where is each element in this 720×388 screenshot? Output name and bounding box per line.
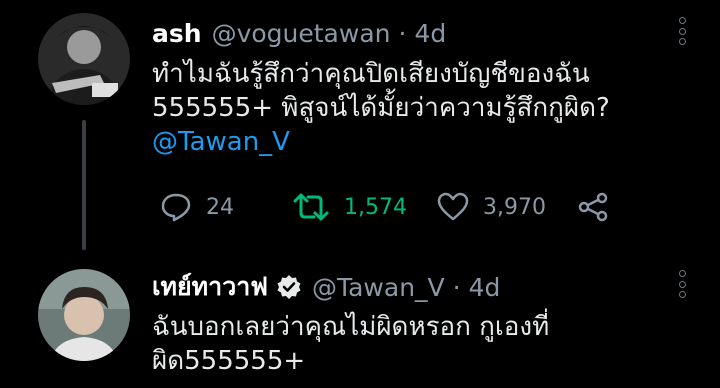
share-button[interactable] [577,190,623,224]
action-bar: 24 1,574 3,970 [152,190,622,224]
separator-dot: · [452,272,461,302]
timestamp[interactable]: 4d [414,19,446,48]
like-count: 3,970 [483,194,546,220]
display-name[interactable]: เทย์ทาวาฟ [152,267,268,307]
tweet-header: เทย์ทาวาฟ @Tawan_V · 4d [152,267,500,307]
user-handle[interactable]: @Tawan_V [312,273,445,302]
tweet-text: ทำไมฉันรู้สึกว่าคุณปิดเสียงบัญชีของฉัน 5… [152,57,692,159]
thread-connector-line [82,120,86,250]
retweet-icon [293,193,329,221]
more-icon[interactable] [678,17,686,45]
user-handle[interactable]: @voguetawan [212,19,391,48]
avatar[interactable] [38,13,130,105]
tweet-text-line: ทำไมฉันรู้สึกว่าคุณปิดเสียงบัญชีของฉัน [152,59,590,89]
tweet[interactable]: เทย์ทาวาฟ @Tawan_V · 4d ฉันบอกเลยว่าคุณไ… [0,250,720,388]
separator-dot: · [398,18,407,48]
tweet[interactable]: ash @voguetawan · 4d ทำไมฉันรู้สึกว่าคุณ… [0,0,720,250]
like-icon [437,192,469,221]
retweet-button[interactable]: 1,574 [292,190,407,224]
reply-count: 24 [206,194,234,220]
tweet-text-line: 555555+ พิสูจน์ได้มั้ยว่าความรู้สึกกูผิด… [152,93,610,123]
retweet-count: 1,574 [344,194,407,220]
tweet-text-line: ผิด555555+ [152,346,306,376]
avatar[interactable] [38,269,130,361]
more-icon[interactable] [678,270,686,298]
display-name[interactable]: ash [152,19,202,48]
tweet-header: ash @voguetawan · 4d [152,13,446,53]
mention-link[interactable]: @Tawan_V [152,125,692,159]
reply-icon [161,193,191,222]
tweet-text: ฉันบอกเลยว่าคุณไม่ผิดหรอก กูเองที่ ผิด55… [152,310,692,378]
verified-icon [276,274,302,300]
share-icon [578,192,608,222]
tweet-text-line: ฉันบอกเลยว่าคุณไม่ผิดหรอก กูเองที่ [152,312,550,342]
timestamp[interactable]: 4d [469,273,501,302]
reply-button[interactable]: 24 [160,190,234,224]
like-button[interactable]: 3,970 [437,190,546,224]
